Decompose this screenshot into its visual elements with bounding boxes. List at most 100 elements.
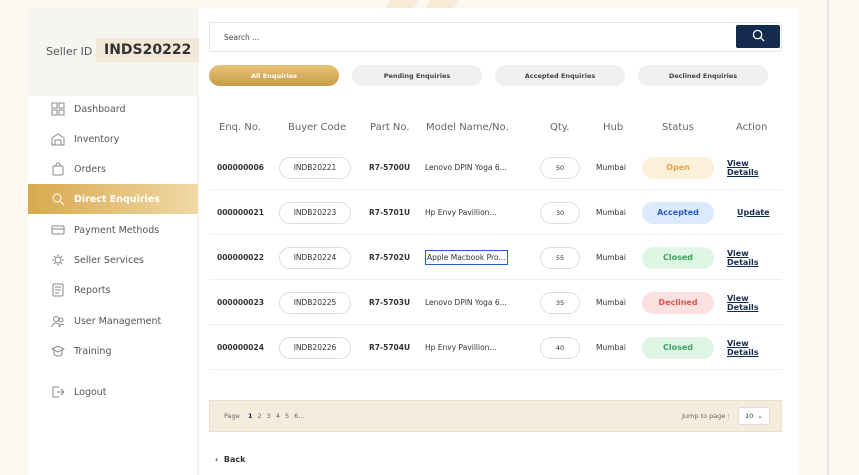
enq-no-cell: 000000024	[217, 343, 264, 352]
table-row: 000000024 INDB20226 R7-5704U Hp Envy Pav…	[209, 325, 782, 370]
model-name-cell[interactable]: Apple Macbook Pro...	[425, 250, 508, 265]
training-icon	[50, 343, 66, 359]
enq-no-cell: 000000006	[217, 163, 264, 172]
column-header-action: Action	[736, 122, 768, 133]
model-name-cell: Hp Envy Pavillion...	[425, 343, 497, 352]
user-management-icon	[50, 313, 66, 329]
buyer-code-pill: INDB20223	[279, 201, 351, 224]
sidebar-item-label: Orders	[74, 163, 106, 175]
page-number-link[interactable]: 2	[258, 412, 262, 420]
seller-services-icon	[50, 252, 66, 268]
sidebar-item-orders[interactable]: Orders	[28, 154, 198, 184]
jump-to-page-select[interactable]: 10 ⌄	[738, 407, 770, 425]
reports-icon	[50, 282, 66, 298]
buyer-code-pill: INDB20224	[279, 246, 351, 269]
model-name-cell: Hp Envy Pavillion...	[425, 208, 497, 217]
enq-no-cell: 000000021	[217, 208, 264, 217]
page-numbers: 1 2 3 4 5 6...	[248, 412, 309, 420]
search-icon	[752, 27, 765, 46]
hub-cell: Mumbai	[596, 163, 626, 172]
status-badge: Accepted	[642, 201, 714, 224]
qty-pill: 30	[540, 201, 580, 224]
column-header-enq-no: Enq. No.	[219, 122, 261, 133]
logout-icon	[50, 384, 66, 400]
status-badge: Open	[642, 156, 714, 179]
action-link[interactable]: View Details	[727, 159, 782, 177]
column-header-part-no: Part No.	[370, 122, 410, 133]
page-number-link[interactable]: 1	[248, 412, 253, 420]
part-no-cell: R7-5702U	[369, 253, 411, 262]
sidebar-item-dashboard[interactable]: Dashboard	[28, 94, 198, 124]
seller-id-value: INDS20222	[96, 38, 200, 62]
page-number-link[interactable]: 3	[267, 412, 271, 420]
part-no-cell: R7-5700U	[369, 163, 411, 172]
buyer-code-pill: INDB20226	[279, 336, 351, 359]
sidebar-item-seller-services[interactable]: Seller Services	[28, 245, 198, 275]
jump-to-page-value: 10	[745, 412, 754, 420]
part-no-cell: R7-5704U	[369, 343, 411, 352]
hub-cell: Mumbai	[596, 298, 626, 307]
hub-cell: Mumbai	[596, 208, 626, 217]
seller-id-label: Seller ID	[46, 45, 93, 58]
sidebar-item-training[interactable]: Training	[28, 336, 198, 366]
qty-pill: 55	[540, 246, 580, 269]
buyer-code-pill: INDB20225	[279, 291, 351, 314]
search-button[interactable]	[736, 25, 780, 48]
enq-no-cell: 000000022	[217, 253, 264, 262]
jump-to-page-label: Jump to page :	[682, 412, 730, 420]
column-header-status: Status	[662, 122, 694, 133]
sidebar: Seller ID INDS20222 Dashboard Inventory …	[28, 8, 200, 475]
main-content: Search ... All Enquiries Pending Enquiri…	[199, 8, 798, 475]
column-header-hub: Hub	[603, 122, 624, 133]
enq-no-cell: 000000023	[217, 298, 264, 307]
hub-cell: Mumbai	[596, 253, 626, 262]
part-no-cell: R7-5701U	[369, 208, 411, 217]
table-row: 000000021 INDB20223 R7-5701U Hp Envy Pav…	[209, 190, 782, 235]
action-link[interactable]: View Details	[727, 294, 782, 312]
sidebar-item-payment-methods[interactable]: Payment Methods	[28, 215, 198, 245]
sidebar-item-label: Reports	[74, 284, 111, 296]
page-number-link[interactable]: 6...	[294, 412, 304, 420]
page-number-link[interactable]: 4	[276, 412, 280, 420]
qty-pill: 40	[540, 336, 580, 359]
table-row: 000000022 INDB20224 R7-5702U Apple Macbo…	[209, 235, 782, 280]
sidebar-item-user-management[interactable]: User Management	[28, 306, 198, 336]
status-badge: Closed	[642, 336, 714, 359]
action-link[interactable]: Update	[737, 208, 770, 217]
back-label: Back	[223, 455, 246, 464]
back-button[interactable]: ‹ Back	[215, 455, 245, 464]
sidebar-item-direct-enquiries[interactable]: Direct Enquiries	[28, 184, 198, 214]
tab-all-enquiries[interactable]: All Enquiries	[209, 65, 339, 86]
page-number-link[interactable]: 5	[285, 412, 289, 420]
seller-info: Seller ID INDS20222	[28, 8, 200, 96]
payment-icon	[50, 222, 66, 238]
part-no-cell: R7-5703U	[369, 298, 411, 307]
sidebar-item-inventory[interactable]: Inventory	[28, 124, 198, 154]
search-bar[interactable]: Search ...	[209, 22, 782, 52]
dashboard-icon	[50, 101, 66, 117]
sidebar-item-reports[interactable]: Reports	[28, 275, 198, 305]
sidebar-item-label: Inventory	[74, 133, 120, 145]
sidebar-item-logout[interactable]: Logout	[28, 377, 198, 407]
scrollbar[interactable]	[827, 0, 829, 475]
sidebar-item-label: Training	[74, 345, 112, 357]
action-link[interactable]: View Details	[727, 249, 782, 267]
sidebar-item-label: Logout	[74, 386, 107, 398]
status-badge: Declined	[642, 291, 714, 314]
sidebar-item-label: Payment Methods	[74, 224, 160, 236]
page-label: Page	[224, 412, 240, 420]
chevron-left-icon: ‹	[215, 455, 219, 464]
sidebar-item-label: Direct Enquiries	[74, 193, 160, 205]
sidebar-item-label: Dashboard	[74, 103, 126, 115]
sidebar-item-label: Seller Services	[74, 254, 144, 266]
column-header-model: Model Name/No.	[426, 122, 509, 133]
tab-declined-enquiries[interactable]: Declined Enquiries	[638, 65, 768, 86]
model-name-cell: Lenovo DPIN Yoga 6...	[425, 298, 507, 307]
action-link[interactable]: View Details	[727, 339, 782, 357]
search-input[interactable]: Search ...	[224, 33, 259, 42]
tab-pending-enquiries[interactable]: Pending Enquiries	[352, 65, 482, 86]
status-badge: Closed	[642, 246, 714, 269]
chevron-down-icon: ⌄	[757, 412, 763, 420]
tab-accepted-enquiries[interactable]: Accepted Enquiries	[495, 65, 625, 86]
model-name-cell: Lenovo DPIN Yoga 6...	[425, 163, 507, 172]
